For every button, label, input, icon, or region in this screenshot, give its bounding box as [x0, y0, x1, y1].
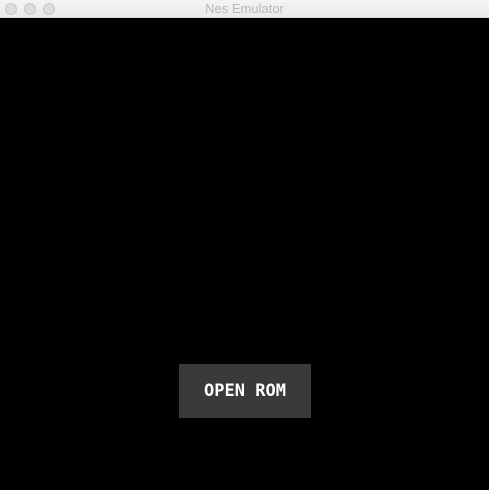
emulator-screen: [0, 18, 489, 490]
title-bar: Nes Emulator: [0, 0, 489, 18]
open-rom-label: OPEN ROM: [204, 381, 286, 401]
open-rom-button[interactable]: OPEN ROM: [179, 364, 311, 418]
emulator-window: Nes Emulator OPEN ROM: [0, 0, 489, 490]
window-title: Nes Emulator: [205, 1, 284, 16]
